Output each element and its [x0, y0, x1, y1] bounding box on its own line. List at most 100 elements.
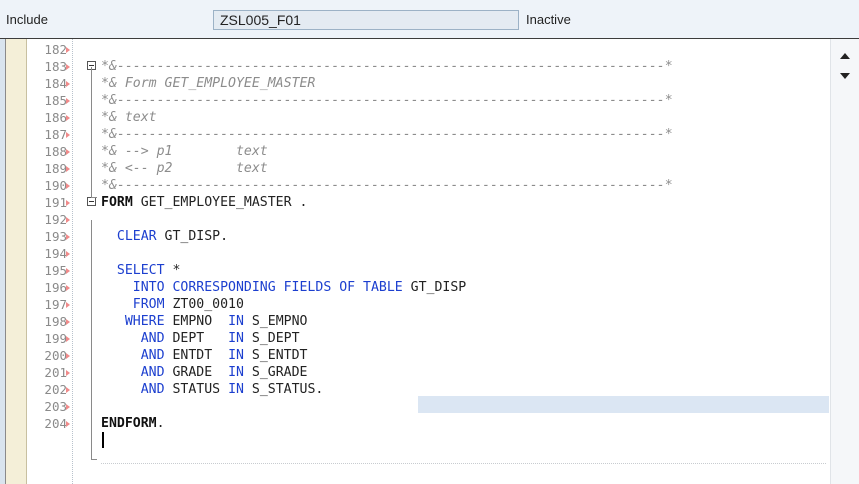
code-token: ENTDT — [164, 348, 229, 363]
line-marker-icon — [66, 115, 70, 121]
code-line[interactable]: 186 *& text — [0, 109, 830, 126]
code-line[interactable]: 195 SELECT * — [0, 262, 830, 279]
code-line[interactable]: 191 FORM GET_EMPLOYEE_MASTER . — [0, 194, 830, 211]
code-line[interactable]: 193 CLEAR GT_DISP. — [0, 228, 830, 245]
code-text: CLEAR GT_DISP. — [101, 228, 228, 245]
code-text: *&--------------------------------------… — [101, 126, 673, 143]
code-token: EMPNO — [164, 314, 229, 329]
chevron-up-icon[interactable] — [840, 53, 850, 59]
code-keyword: IN — [228, 348, 244, 363]
code-comment: *& <-- p2 text — [101, 161, 268, 176]
code-line[interactable]: 197 FROM ZT00_0010 — [0, 296, 830, 313]
line-number: 194 — [44, 246, 67, 261]
line-number: 187 — [44, 127, 67, 142]
code-line[interactable]: 189 *& <-- p2 text — [0, 160, 830, 177]
line-marker-icon — [66, 217, 70, 223]
line-marker-icon — [66, 353, 70, 359]
code-comment: *& --> p1 text — [101, 144, 268, 159]
code-token: DEPT — [164, 331, 229, 346]
code-text: SELECT * — [101, 262, 181, 279]
line-marker-icon — [66, 302, 70, 308]
code-text: WHERE EMPNO IN S_EMPNO — [101, 313, 308, 330]
code-line[interactable]: 200 AND ENTDT IN S_ENTDT — [0, 347, 830, 364]
line-number: 199 — [44, 331, 67, 346]
code-keyword: AND — [140, 331, 165, 346]
code-keyword: AND — [140, 348, 165, 363]
code-line[interactable]: 188 *& --> p1 text — [0, 143, 830, 160]
code-keyword: IN — [228, 382, 244, 397]
fold-guide-end — [91, 459, 97, 460]
line-number: 183 — [44, 59, 67, 74]
code-text: *& text — [101, 109, 157, 126]
code-token: GET_EMPLOYEE_MASTER . — [132, 195, 308, 210]
status-text: Inactive — [526, 12, 571, 27]
code-comment: *&--------------------------------------… — [101, 59, 673, 74]
text-cursor — [102, 432, 104, 448]
code-line[interactable]: 190 *&-----------------------------------… — [0, 177, 830, 194]
code-line[interactable]: 202 AND STATUS IN S_STATUS. — [0, 381, 830, 398]
line-number: 198 — [44, 314, 67, 329]
line-number: 185 — [44, 93, 67, 108]
code-line[interactable]: 204 ENDFORM. — [0, 415, 830, 432]
line-marker-icon — [66, 234, 70, 240]
line-marker-icon — [66, 268, 70, 274]
code-comment: *& Form GET_EMPLOYEE_MASTER — [101, 76, 316, 91]
line-marker-icon — [66, 404, 70, 410]
line-number: 189 — [44, 161, 67, 176]
line-marker-icon — [66, 387, 70, 393]
code-text: AND ENTDT IN S_ENTDT — [101, 347, 308, 364]
line-marker-icon — [66, 98, 70, 104]
line-marker-icon — [66, 149, 70, 155]
fold-guide-end — [91, 197, 97, 198]
program-name-field[interactable]: ZSL005_F01 — [213, 10, 519, 30]
code-line[interactable]: 201 AND GRADE IN S_GRADE — [0, 364, 830, 381]
code-text: *& --> p1 text — [101, 143, 268, 160]
code-text: INTO CORRESPONDING FIELDS OF TABLE GT_DI… — [101, 279, 466, 296]
code-text: AND GRADE IN S_GRADE — [101, 364, 308, 381]
code-token: S_GRADE — [243, 365, 308, 380]
code-line[interactable]: 203 — [0, 398, 830, 415]
chevron-down-icon[interactable] — [840, 73, 850, 79]
code-line[interactable]: 183 *&-----------------------------------… — [0, 58, 830, 75]
collapse-box-icon[interactable] — [87, 197, 96, 206]
code-line[interactable]: 192 — [0, 211, 830, 228]
line-number: 196 — [44, 280, 67, 295]
line-marker-icon — [66, 200, 70, 206]
code-line[interactable]: 187 *&-----------------------------------… — [0, 126, 830, 143]
code-keyword: CLEAR — [116, 229, 157, 244]
code-comment: *&--------------------------------------… — [101, 93, 673, 108]
vertical-scrollbar[interactable] — [830, 39, 859, 484]
line-marker-icon — [66, 183, 70, 189]
code-comment: *&--------------------------------------… — [101, 127, 673, 142]
code-token: ZT00_0010 — [164, 297, 244, 312]
line-number: 182 — [44, 42, 67, 57]
code-line[interactable]: 185 *&-----------------------------------… — [0, 92, 830, 109]
toolbar-header: Include ZSL005_F01 Inactive — [0, 0, 859, 38]
code-line[interactable]: 194 — [0, 245, 830, 262]
code-line[interactable]: 198 WHERE EMPNO IN S_EMPNO — [0, 313, 830, 330]
line-number: 202 — [44, 382, 67, 397]
line-marker-icon — [66, 336, 70, 342]
code-token: GT_DISP — [402, 280, 467, 295]
code-line[interactable]: 196 INTO CORRESPONDING FIELDS OF TABLE G… — [0, 279, 830, 296]
line-number: 191 — [44, 195, 67, 210]
code-token: S_DEPT — [243, 331, 300, 346]
code-comment: *& text — [101, 110, 157, 125]
code-line[interactable]: 182 — [0, 41, 830, 58]
code-line[interactable]: 199 AND DEPT IN S_DEPT — [0, 330, 830, 347]
line-marker-icon — [66, 251, 70, 257]
line-number: 193 — [44, 229, 67, 244]
code-keyword: IN — [228, 314, 244, 329]
code-text: *& <-- p2 text — [101, 160, 268, 177]
code-token: GT_DISP. — [156, 229, 229, 244]
line-number: 203 — [44, 399, 67, 414]
code-text: *& Form GET_EMPLOYEE_MASTER — [101, 75, 315, 92]
line-marker-icon — [66, 285, 70, 291]
line-number: 190 — [44, 178, 67, 193]
code-line[interactable]: 184 *& Form GET_EMPLOYEE_MASTER — [0, 75, 830, 92]
